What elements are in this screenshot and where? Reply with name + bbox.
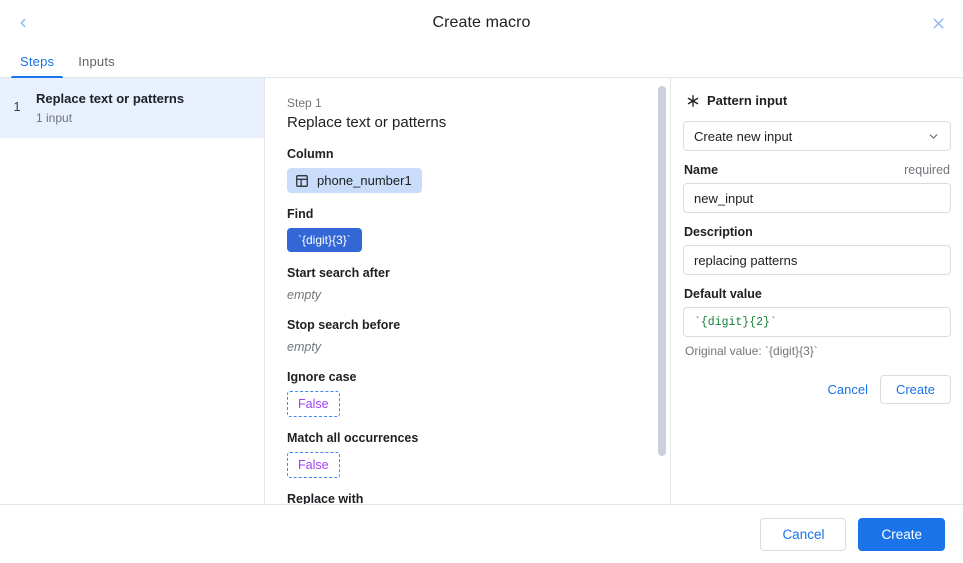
ignore-case-chip[interactable]: False — [287, 391, 340, 417]
description-input-value: replacing patterns — [694, 253, 797, 268]
detail-scrollbar[interactable] — [658, 78, 666, 504]
pattern-input-form: Pattern input Create new input Name requ… — [671, 78, 963, 504]
close-icon — [931, 16, 946, 31]
input-type-selected-value: Create new input — [694, 129, 792, 144]
default-value-label: Default value — [684, 286, 762, 303]
step-detail-panel: Step 1 Replace text or patterns Column p… — [265, 78, 671, 504]
step-heading: Replace text or patterns — [287, 112, 648, 133]
field-label-start-search-after: Start search after — [287, 265, 648, 282]
description-field: Description replacing patterns — [683, 224, 951, 275]
name-field: Name required new_input — [683, 162, 951, 213]
dialog-cancel-button[interactable]: Cancel — [760, 518, 846, 551]
tab-bar: Steps Inputs — [0, 45, 963, 78]
tab-steps[interactable]: Steps — [8, 45, 66, 77]
tab-inputs[interactable]: Inputs — [66, 45, 127, 77]
dialog-footer: Cancel Create — [0, 505, 963, 563]
chevron-left-icon — [16, 16, 30, 30]
default-value-input[interactable]: `{digit}{2}` — [683, 307, 951, 337]
chevron-down-icon — [927, 130, 940, 143]
back-button[interactable] — [8, 8, 38, 38]
field-value-start-search-after: empty — [287, 287, 648, 304]
column-chip[interactable]: phone_number1 — [287, 168, 422, 193]
name-input[interactable]: new_input — [683, 183, 951, 213]
field-label-ignore-case: Ignore case — [287, 369, 648, 386]
form-action-row: Cancel Create — [683, 375, 951, 404]
field-value-stop-search-before: empty — [287, 339, 648, 356]
pattern-input-title: Pattern input — [707, 92, 787, 110]
column-chip-label: phone_number1 — [317, 173, 412, 188]
name-required-hint: required — [904, 162, 950, 179]
field-find: Find `{digit}{3}` — [287, 206, 648, 252]
match-all-occurrences-chip[interactable]: False — [287, 452, 340, 478]
step-subtitle: 1 input — [36, 110, 184, 126]
field-label-stop-search-before: Stop search before — [287, 317, 648, 334]
table-icon — [295, 174, 309, 188]
field-label-match-all-occurrences: Match all occurrences — [287, 430, 648, 447]
name-label: Name — [684, 162, 718, 179]
field-stop-search-before: Stop search before empty — [287, 317, 648, 356]
field-label-replace-with: Replace with — [287, 491, 648, 504]
form-cancel-button[interactable]: Cancel — [820, 375, 876, 404]
close-button[interactable] — [923, 8, 953, 38]
original-value-text: Original value: `{digit}{3}` — [683, 343, 951, 359]
detail-scrollbar-thumb[interactable] — [658, 86, 666, 456]
form-create-button[interactable]: Create — [880, 375, 951, 404]
steps-list: 1 Replace text or patterns 1 input — [0, 78, 265, 504]
dialog-create-button[interactable]: Create — [858, 518, 945, 551]
input-type-select[interactable]: Create new input — [683, 121, 951, 151]
field-label-column: Column — [287, 146, 648, 163]
input-type-field: Create new input — [683, 121, 951, 151]
field-label-find: Find — [287, 206, 648, 223]
field-replace-with: Replace with 'XX-1' — [287, 491, 648, 504]
find-chip[interactable]: `{digit}{3}` — [287, 228, 362, 252]
default-value-field: Default value `{digit}{2}` Original valu… — [683, 286, 951, 359]
field-column: Column phone_number1 — [287, 146, 648, 193]
pattern-input-header: Pattern input — [683, 92, 951, 110]
page-title: Create macro — [432, 14, 530, 32]
create-macro-dialog: Create macro Steps Inputs 1 Replace text… — [0, 0, 963, 563]
name-input-value: new_input — [694, 191, 753, 206]
field-ignore-case: Ignore case False — [287, 369, 648, 417]
asterisk-icon — [686, 94, 700, 108]
field-match-all-occurrences: Match all occurrences False — [287, 430, 648, 478]
default-value-input-value: `{digit}{2}` — [694, 316, 777, 329]
field-start-search-after: Start search after empty — [287, 265, 648, 304]
dialog-header: Create macro — [0, 0, 963, 45]
step-title: Replace text or patterns — [36, 90, 184, 108]
dialog-body: 1 Replace text or patterns 1 input Step … — [0, 78, 963, 505]
description-label: Description — [684, 224, 753, 241]
step-eyebrow: Step 1 — [287, 96, 648, 111]
description-input[interactable]: replacing patterns — [683, 245, 951, 275]
step-number: 1 — [12, 90, 22, 115]
step-list-item[interactable]: 1 Replace text or patterns 1 input — [0, 78, 264, 138]
